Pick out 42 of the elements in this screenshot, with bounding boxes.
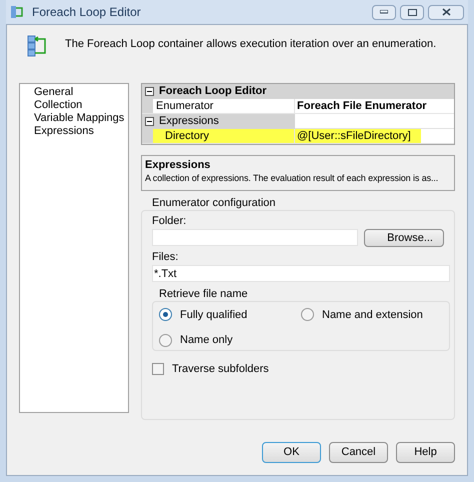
radio-label: Fully qualified — [180, 308, 248, 322]
dialog-button[interactable]: OK — [262, 442, 321, 463]
close-icon — [442, 8, 450, 16]
folder-field[interactable] — [152, 229, 358, 246]
radio-button[interactable] — [159, 334, 172, 347]
dialog-button[interactable]: Help — [396, 442, 455, 463]
loop-icon — [27, 35, 49, 57]
property-name: Enumerator — [153, 99, 295, 113]
checkbox-label: Traverse subfolders — [172, 362, 269, 377]
folder-label: Folder: — [152, 214, 188, 229]
files-label: Files: — [152, 250, 180, 265]
nav-item[interactable]: Collection — [34, 99, 128, 112]
close-button[interactable] — [428, 4, 464, 20]
property-name: Directory — [153, 129, 295, 143]
minimize-button[interactable] — [372, 4, 396, 20]
property-value: @[User::sFileDirectory] — [295, 129, 421, 143]
radio-label: Name only — [180, 333, 233, 348]
nav-item[interactable]: Variable Mappings — [34, 112, 128, 125]
checkbox[interactable] — [152, 363, 164, 376]
header-description: The Foreach Loop container allows execution iteration over an enumeration. — [65, 37, 436, 52]
maximize-button[interactable] — [400, 4, 424, 20]
radio-button[interactable] — [159, 308, 172, 322]
nav-item[interactable]: Expressions — [34, 125, 128, 138]
collapse-icon[interactable] — [145, 87, 154, 96]
files-field[interactable]: *.Txt — [152, 265, 450, 282]
category-label: Expressions — [159, 114, 219, 130]
minimize-icon — [380, 10, 388, 14]
dialog-button[interactable]: Cancel — [329, 442, 388, 463]
group-title: Enumerator configuration — [152, 197, 277, 210]
group-title: Retrieve file name — [159, 288, 249, 301]
loop-icon — [10, 5, 24, 19]
maximize-icon — [408, 8, 416, 16]
description-title: Expressions — [145, 159, 212, 171]
radio-button[interactable] — [301, 308, 314, 322]
browse-button[interactable]: Browse... — [364, 229, 444, 247]
window-title: Foreach Loop Editor — [32, 4, 142, 21]
collapse-icon[interactable] — [145, 117, 154, 126]
description-text: A collection of expressions. The evaluation result of each expression is as... — [145, 172, 440, 185]
property-value: Foreach File Enumerator — [296, 99, 427, 113]
radio-label: Name and extension — [322, 308, 423, 322]
nav-item[interactable]: General — [34, 86, 128, 99]
category-label: Foreach Loop Editor — [159, 84, 267, 100]
